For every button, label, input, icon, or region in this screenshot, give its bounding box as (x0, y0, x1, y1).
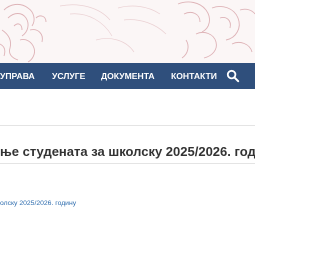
nav-item-usluge[interactable]: УСЛУГЕ (52, 63, 85, 89)
search-button[interactable] (226, 69, 240, 83)
divider-top (0, 125, 255, 126)
divider-bottom (0, 163, 255, 164)
nav-item-uprava[interactable]: УПРАВА (0, 63, 35, 89)
search-icon (226, 69, 240, 83)
nav-item-kontakti[interactable]: КОНТАКТИ (171, 63, 217, 89)
header-banner (0, 0, 255, 63)
main-navigation: УПРАВА УСЛУГЕ ДОКУМЕНТА КОНТАКТИ (0, 63, 255, 89)
page: УПРАВА УСЛУГЕ ДОКУМЕНТА КОНТАКТИ ње студ… (0, 0, 255, 255)
nav-item-dokumenta[interactable]: ДОКУМЕНТА (101, 63, 155, 89)
breadcrumb-current-page[interactable]: олску 2025/2026. годину (0, 199, 76, 208)
page-title: ње студената за школску 2025/2026. годин… (0, 143, 255, 159)
coat-of-arms-artwork (0, 1, 255, 63)
